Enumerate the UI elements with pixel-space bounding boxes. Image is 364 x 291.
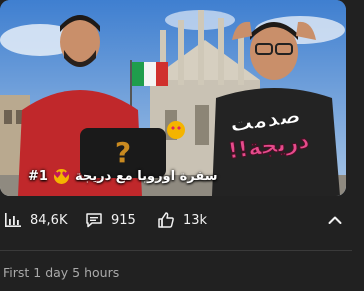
likes-stat[interactable]: 13k <box>157 207 207 233</box>
stats-bar: 84,6K 915 13k <box>0 207 364 233</box>
mystery-mark: ? <box>115 136 131 169</box>
divider <box>0 250 352 251</box>
thumbnail-caption-text: سفرة اوروبا مع دريجة <box>74 168 218 184</box>
comments-count: 915 <box>111 212 136 228</box>
views-count: 84,6K <box>30 212 68 228</box>
video-thumbnail[interactable]: ? صدمت دريجة!! #1 ♥♥ سفرة اوروبا مع دريج… <box>0 0 346 196</box>
thumbnail-episode-number: #1 <box>28 168 48 184</box>
heart-eyes-icon: ♥♥ <box>53 168 70 184</box>
collapse-button[interactable] <box>324 205 346 233</box>
first-period-label: First 1 day 5 hours <box>3 265 120 280</box>
video-card: ? صدمت دريجة!! #1 ♥♥ سفرة اوروبا مع دريج… <box>0 0 364 291</box>
comment-icon <box>85 211 103 229</box>
bar-chart-icon <box>4 211 22 229</box>
thumbnail-caption: #1 ♥♥ سفرة اوروبا مع دريجة <box>28 166 218 186</box>
comments-stat[interactable]: 915 <box>85 207 136 233</box>
likes-count: 13k <box>183 212 208 228</box>
chevron-up-icon <box>328 210 342 229</box>
views-stat[interactable]: 84,6K <box>4 207 67 233</box>
thumbs-up-icon <box>157 211 175 229</box>
